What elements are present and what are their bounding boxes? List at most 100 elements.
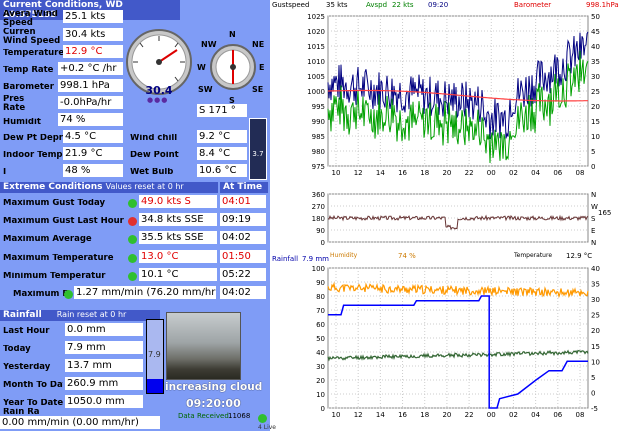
- humidity-label: Humidit: [3, 118, 41, 127]
- bottom-graph-y2-tick-label: 10: [591, 358, 600, 366]
- dew-pt-depr-label: Dew Pt Depr: [3, 134, 63, 143]
- rain-label: Yesterday: [3, 363, 51, 372]
- extreme-status-icon: [128, 272, 137, 281]
- speed-gauge-dots: ●●●: [147, 96, 169, 104]
- rain-label: Month To Dat: [3, 381, 63, 390]
- top-graph-y2-tick-label: 40: [591, 43, 600, 51]
- wind-baro-graph: 1025102010151010100510009959909859809755…: [307, 13, 600, 177]
- indoor-humidity-label: I: [3, 168, 7, 177]
- humidity-graph-value: 74 %: [398, 252, 416, 260]
- wet-bulb-label: Wet Bulb: [130, 168, 174, 177]
- top-graph-y-tick-label: 1000: [307, 88, 325, 96]
- temp-graph-label: Temperature: [514, 252, 553, 259]
- rainfall-title: Rainfall Rain reset at 0 hr: [0, 310, 160, 321]
- dew-point-label: Dew Point: [130, 151, 179, 160]
- dew-pt-depr-value: 4.5 °C: [63, 130, 123, 143]
- avg-wind-label: Avera Wind Speed: [3, 10, 58, 28]
- rain-value: 7.9 mm: [65, 341, 143, 354]
- top-graph-y2-tick-label: 15: [591, 118, 600, 126]
- bottom-graph-x-tick-label: 10: [332, 411, 341, 419]
- rain-value: 0.00 mm/min (0.00 mm/hr): [0, 416, 160, 429]
- top-graph-y-tick-label: 1015: [307, 43, 325, 51]
- bottom-graph-y2-tick-label: 25: [591, 312, 600, 320]
- extreme-label: Maximum Gust Last Hour: [3, 217, 124, 226]
- avg-wind-value: 25.1 kts: [63, 10, 123, 23]
- rain-value: 13.7 mm: [65, 359, 143, 372]
- indoor-temp-label: Indoor Temp: [3, 151, 63, 160]
- wind-chill-label: Wind chill: [130, 134, 178, 143]
- bottom-graph-y-tick-label: 0: [321, 405, 325, 413]
- rain-value: 0.0 mm: [65, 323, 143, 336]
- top-graph-x-tick-label: 00: [487, 169, 496, 177]
- rain-label: Today: [3, 345, 31, 354]
- top-graph-y2-tick-label: 20: [591, 103, 600, 111]
- top-graph-x-tick-label: 16: [398, 169, 407, 177]
- extreme-label: Maximum Temperature: [3, 254, 114, 263]
- rain-gauge-fill: [147, 379, 163, 393]
- dir-graph-y-tick-label: 360: [312, 191, 325, 199]
- extremes-title-text: Extreme Conditions: [3, 182, 103, 192]
- dir-graph-y-tick-label: 270: [312, 203, 325, 211]
- humidity-value: 74 %: [58, 113, 123, 126]
- top-graph-x-tick-label: 20: [442, 169, 451, 177]
- dir-graph-y2-tick-label: N: [591, 191, 596, 199]
- bottom-graph-y-tick-label: 20: [316, 377, 325, 385]
- extreme-time: 09:19: [220, 213, 266, 226]
- top-graph-y-tick-label: 985: [312, 133, 325, 141]
- top-graph-y-tick-label: 1020: [307, 28, 325, 36]
- top-graph-x-tick-label: 02: [509, 169, 518, 177]
- bottom-graph-x-tick-label: 02: [509, 411, 518, 419]
- dir-graph-y-tick-label: 180: [312, 215, 325, 223]
- top-graph-x-tick-label: 10: [332, 169, 341, 177]
- wind-direction-value: S 171 °: [197, 104, 247, 117]
- dir-graph-y2-tick-label: N: [591, 239, 596, 247]
- rain-label: Last Hour: [3, 327, 50, 336]
- extreme-status-icon: [64, 290, 73, 299]
- top-graph-x-tick-label: 12: [354, 169, 363, 177]
- temp-graph-value: 12.9 °C: [566, 252, 593, 260]
- extreme-label: Maximum Average: [3, 235, 92, 244]
- extreme-value: 34.8 kts SSE: [139, 213, 217, 226]
- top-graph-y-tick-label: 1010: [307, 58, 325, 66]
- compass-w-label: W: [197, 63, 206, 72]
- extreme-value: 35.5 kts SSE: [139, 231, 217, 244]
- dir-current-value: 165: [598, 209, 611, 217]
- extreme-label: Maximum Gust Today: [3, 199, 106, 208]
- bottom-graph-x-tick-label: 06: [553, 411, 562, 419]
- top-graph-y2-tick-label: 50: [591, 13, 600, 21]
- pres-rate-value: -0.0hPa/hr: [58, 96, 123, 109]
- bottom-graph-y2-tick-label: 0: [591, 389, 595, 397]
- extreme-time: 04:02: [220, 231, 266, 244]
- wind-direction-graph: 360270180900NWSEN165: [312, 191, 612, 247]
- bottom-graph-y-tick-label: 10: [316, 391, 325, 399]
- extreme-value: 49.0 kts S: [139, 195, 217, 208]
- top-graph-y-tick-label: 1025: [307, 13, 325, 21]
- dir-graph-y2-tick-label: E: [591, 227, 595, 235]
- top-graph-y2-tick-label: 35: [591, 58, 600, 66]
- top-graph-x-tick-label: 08: [576, 169, 585, 177]
- extreme-status-icon: [128, 254, 137, 263]
- bottom-graph-x-tick-label: 04: [531, 411, 540, 419]
- indoor-temp-value: 21.9 °C: [63, 147, 123, 160]
- bottom-graph-x-tick-label: 22: [465, 411, 474, 419]
- wind-direction-compass: [210, 44, 256, 90]
- data-received-count: 11068: [228, 412, 251, 420]
- bottom-graph-x-tick-label: 20: [442, 411, 451, 419]
- bottom-graph-x-tick-label: 18: [420, 411, 429, 419]
- live-status-icon: [258, 414, 267, 423]
- top-graph-y-tick-label: 1005: [307, 73, 325, 81]
- webcam-time: 09:20:00: [186, 397, 241, 410]
- bottom-graph-y-tick-label: 50: [316, 335, 325, 343]
- rain-value: 1050.0 mm: [65, 395, 143, 408]
- top-graph-x-tick-label: 22: [465, 169, 474, 177]
- rain-label: Year To Date: [3, 399, 63, 408]
- bottom-graph-y-tick-label: 90: [316, 279, 325, 287]
- bottom-graph-y2-tick-label: 40: [591, 265, 600, 273]
- webcam-image[interactable]: [166, 312, 241, 380]
- wind-chill-value: 9.2 °C: [197, 130, 247, 143]
- pres-rate-label: Pres Rate: [3, 95, 26, 113]
- temp-rate-label: Temp Rate: [3, 66, 54, 75]
- barometer-value: 998.1 hPa: [58, 79, 123, 92]
- extremes-subtitle: Values reset at 0 hr: [105, 182, 184, 191]
- bottom-graph-y2-tick-label: -5: [591, 405, 598, 413]
